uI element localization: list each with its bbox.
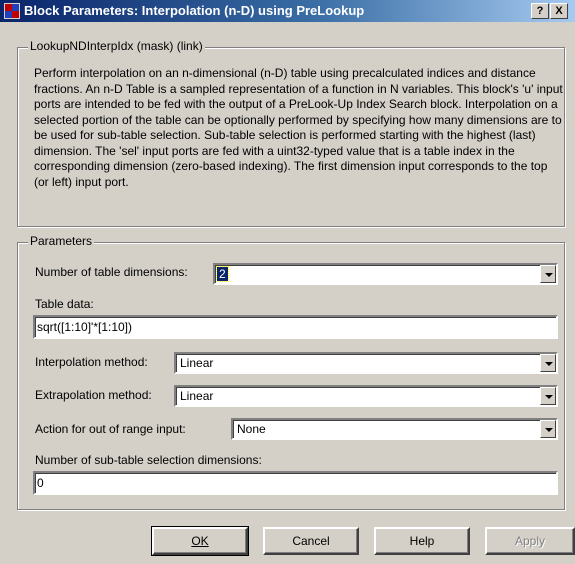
title-bar[interactable]: Block Parameters: Interpolation (n-D) us… bbox=[0, 0, 575, 22]
subtable-dims-field[interactable]: 0 bbox=[33, 471, 558, 495]
interp-method-value: Linear bbox=[180, 356, 214, 370]
ok-button-label: OK bbox=[191, 534, 209, 548]
window-title: Block Parameters: Interpolation (n-D) us… bbox=[24, 3, 365, 18]
table-data-label: Table data: bbox=[35, 297, 94, 311]
title-close-button[interactable]: X bbox=[550, 3, 568, 19]
cancel-button-label: Cancel bbox=[292, 534, 330, 548]
simulink-block-icon bbox=[4, 3, 20, 19]
interp-dropdown-arrow-icon[interactable] bbox=[540, 354, 556, 372]
mask-description-text: Perform interpolation on an n-dimensiona… bbox=[34, 66, 563, 189]
extrap-method-label: Extrapolation method: bbox=[35, 388, 152, 402]
block-parameters-dialog: Block Parameters: Interpolation (n-D) us… bbox=[0, 0, 575, 564]
out-of-range-dropdown-arrow-icon[interactable] bbox=[540, 420, 556, 438]
interp-method-select[interactable]: Linear bbox=[174, 352, 558, 374]
cancel-button[interactable]: Cancel bbox=[263, 527, 359, 555]
out-of-range-select[interactable]: None bbox=[231, 418, 558, 440]
help-button[interactable]: Help bbox=[374, 527, 470, 555]
subtable-dims-label: Number of sub-table selection dimensions… bbox=[35, 453, 262, 467]
extrap-method-select[interactable]: Linear bbox=[174, 385, 558, 407]
ok-button[interactable]: OK bbox=[151, 526, 249, 556]
table-data-field[interactable]: sqrt([1:10]'*[1:10]) bbox=[33, 315, 558, 339]
mask-group-legend: LookupNDInterpIdx (mask) (link) bbox=[28, 39, 205, 53]
num-dims-value: 2 bbox=[216, 266, 229, 282]
apply-button-label: Apply bbox=[514, 534, 546, 548]
extrap-method-value: Linear bbox=[180, 389, 214, 403]
out-of-range-label: Action for out of range input: bbox=[35, 422, 186, 436]
title-help-button[interactable]: ? bbox=[531, 3, 549, 19]
interp-method-label: Interpolation method: bbox=[35, 355, 148, 369]
num-dims-dropdown-arrow-icon[interactable] bbox=[540, 265, 556, 283]
parameters-group-legend: Parameters bbox=[28, 234, 95, 248]
out-of-range-value: None bbox=[237, 422, 266, 436]
apply-button[interactable]: Apply bbox=[485, 527, 575, 555]
num-dims-select[interactable]: 2 bbox=[213, 263, 558, 285]
help-button-label: Help bbox=[409, 534, 435, 548]
extrap-dropdown-arrow-icon[interactable] bbox=[540, 387, 556, 405]
num-dims-label: Number of table dimensions: bbox=[35, 265, 188, 279]
